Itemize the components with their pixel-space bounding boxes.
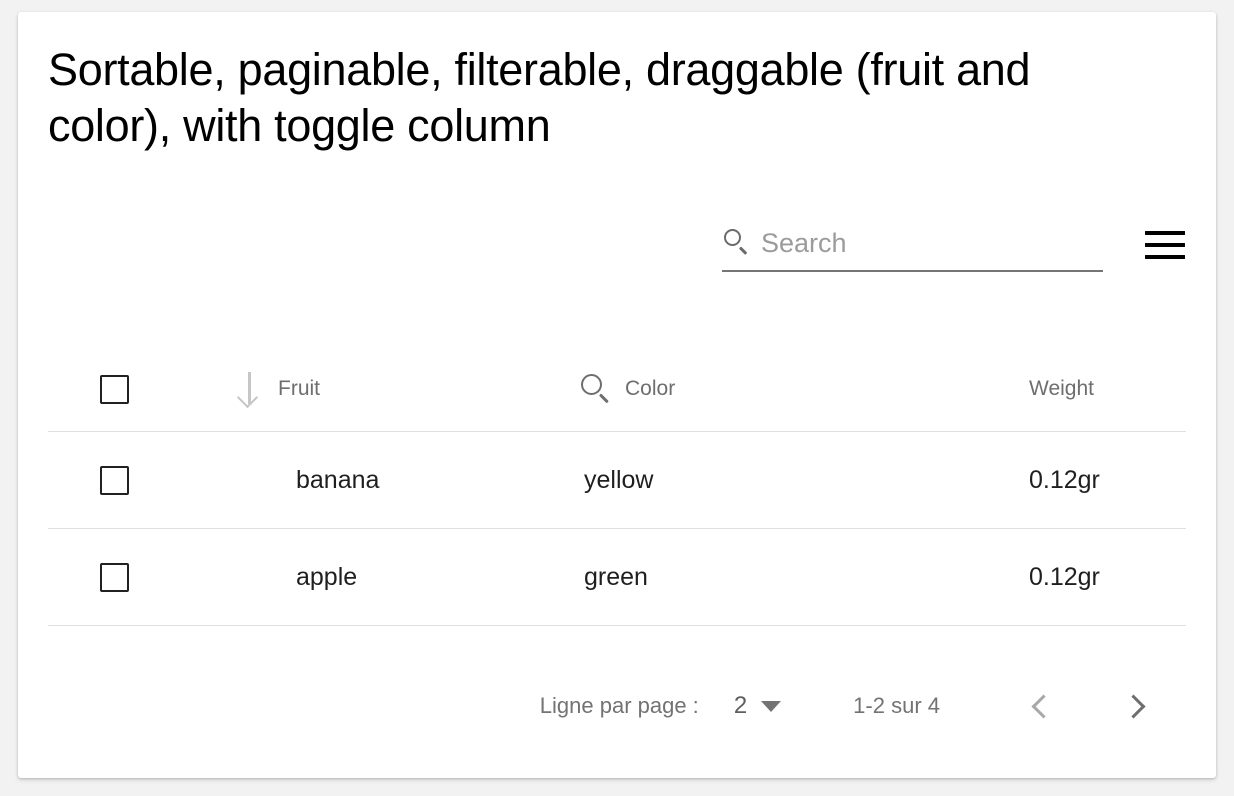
filter-search-icon[interactable]	[579, 372, 613, 406]
header-label-weight: Weight	[943, 377, 1094, 401]
select-all-checkbox[interactable]	[100, 375, 129, 404]
page-title: Sortable, paginable, filterable, draggab…	[48, 42, 1138, 154]
cell-value-color: green	[556, 563, 648, 592]
chevron-right-icon	[1121, 694, 1145, 718]
table-header-row: Fruit Color Weight	[48, 347, 1186, 432]
row-cell-select	[48, 466, 186, 495]
menu-bar-bottom	[1145, 255, 1185, 259]
chevron-left-icon	[1031, 694, 1055, 718]
row-cell-weight: 0.12gr	[943, 466, 1186, 495]
row-cell-color: yellow	[556, 466, 943, 495]
menu-bar-top	[1145, 231, 1185, 235]
row-checkbox[interactable]	[100, 466, 129, 495]
page-range-label: 1-2 sur 4	[853, 693, 940, 719]
header-label-fruit: Fruit	[278, 377, 320, 401]
row-cell-fruit: banana	[186, 466, 556, 495]
hamburger-menu-icon[interactable]	[1136, 219, 1194, 271]
header-label-color: Color	[625, 377, 675, 401]
search-field[interactable]	[722, 217, 1103, 275]
page-size-select[interactable]: 2	[734, 692, 781, 720]
header-cell-weight[interactable]: Weight	[943, 377, 1186, 401]
search-underline	[722, 270, 1103, 272]
header-cell-fruit[interactable]: Fruit	[186, 370, 556, 408]
search-input[interactable]	[761, 226, 1091, 260]
table-row[interactable]: banana yellow 0.12gr	[48, 432, 1186, 529]
row-cell-color: green	[556, 563, 943, 592]
page-size-value: 2	[734, 692, 747, 720]
data-table-card: Sortable, paginable, filterable, draggab…	[18, 12, 1216, 778]
cell-value-weight: 0.12gr	[943, 466, 1100, 495]
cell-value-fruit: banana	[186, 466, 379, 495]
row-cell-weight: 0.12gr	[943, 563, 1186, 592]
chevron-down-icon	[761, 701, 781, 712]
row-cell-fruit: apple	[186, 563, 556, 592]
row-checkbox[interactable]	[100, 563, 129, 592]
page-root: Sortable, paginable, filterable, draggab…	[0, 0, 1234, 796]
cell-value-weight: 0.12gr	[943, 563, 1100, 592]
previous-page-button[interactable]	[1012, 678, 1068, 734]
table-row[interactable]: apple green 0.12gr	[48, 529, 1186, 626]
row-cell-select	[48, 563, 186, 592]
menu-bar-middle	[1145, 243, 1185, 247]
next-page-button[interactable]	[1108, 678, 1164, 734]
items-per-page-label: Ligne par page :	[540, 693, 699, 719]
paginator: Ligne par page : 2 1-2 sur 4	[48, 667, 1186, 745]
data-table: Fruit Color Weight banana	[48, 347, 1186, 626]
header-cell-select	[48, 375, 186, 404]
cell-value-fruit: apple	[186, 563, 357, 592]
search-icon	[722, 228, 752, 258]
table-toolbar	[18, 207, 1216, 297]
search-row	[722, 217, 1103, 269]
sort-arrow-down-icon[interactable]	[232, 370, 266, 408]
cell-value-color: yellow	[556, 466, 653, 495]
header-cell-color[interactable]: Color	[556, 372, 943, 406]
